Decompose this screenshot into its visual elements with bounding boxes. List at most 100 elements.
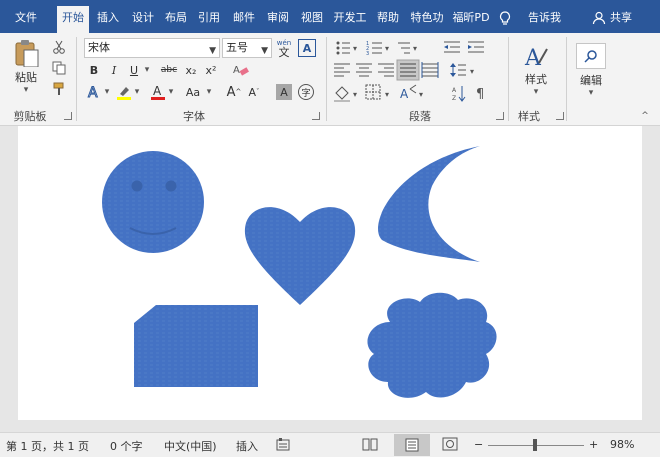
text-effects-button[interactable]: A: [86, 83, 102, 101]
zoom-in-button[interactable]: +: [589, 438, 598, 451]
paragraph-launcher-icon[interactable]: [496, 112, 504, 120]
tab-file[interactable]: 文件: [6, 6, 46, 29]
paste-button[interactable]: 粘贴 ▾: [8, 39, 44, 95]
paste-label: 粘贴: [15, 71, 37, 84]
strikethrough-button[interactable]: abc: [158, 62, 180, 78]
tab-insert[interactable]: 插入: [92, 6, 124, 29]
chinese-layout-icon[interactable]: A: [400, 84, 417, 101]
svg-text:A: A: [88, 85, 98, 100]
borders-icon[interactable]: [365, 84, 381, 100]
tab-special[interactable]: 特色功: [406, 6, 448, 29]
clipboard-launcher-icon[interactable]: [64, 112, 72, 120]
font-name-combo[interactable]: 宋体 ▼: [84, 38, 220, 58]
collapse-ribbon-icon[interactable]: ^: [638, 111, 652, 121]
moon-shape[interactable]: [378, 146, 480, 262]
smiley-shape[interactable]: [102, 151, 204, 253]
web-layout-icon[interactable]: [442, 437, 458, 454]
multilevel-list-icon[interactable]: [398, 42, 410, 54]
chevron-down-icon: ▼: [209, 46, 216, 56]
shrink-font-button[interactable]: Aˇ: [246, 83, 262, 101]
styles-group-label: 样式: [518, 110, 540, 123]
tab-design[interactable]: 设计: [127, 6, 159, 29]
shading-icon[interactable]: [334, 86, 350, 102]
grow-font-button[interactable]: A ^: [226, 83, 242, 101]
highlighter-icon: [117, 87, 131, 100]
read-mode-icon[interactable]: [362, 437, 378, 454]
language-indicator[interactable]: 中文(中国): [164, 438, 217, 454]
phonetic-guide-button[interactable]: wén 文: [274, 36, 294, 60]
format-painter-button[interactable]: [50, 81, 68, 97]
print-layout-icon[interactable]: [394, 434, 430, 456]
align-left-icon[interactable]: [334, 63, 350, 77]
text-effects-dropdown-icon[interactable]: ▾: [102, 83, 112, 101]
underline-button[interactable]: U: [126, 62, 142, 78]
decrease-indent-icon[interactable]: [444, 41, 460, 53]
tell-me-box[interactable]: 告诉我: [498, 6, 561, 29]
document-page[interactable]: [18, 126, 642, 420]
font-size-combo[interactable]: 五号 ▼: [222, 38, 272, 58]
chevron-down-icon: ▼: [261, 46, 268, 56]
bold-button[interactable]: B: [86, 62, 102, 78]
character-shading-button[interactable]: A: [276, 84, 292, 100]
cut-button[interactable]: [50, 39, 68, 55]
zoom-level[interactable]: 98%: [610, 438, 634, 451]
bullets-icon[interactable]: [336, 41, 351, 55]
clear-formatting-button[interactable]: A: [232, 62, 250, 78]
tab-references[interactable]: 引用: [193, 6, 225, 29]
tab-developer[interactable]: 开发工: [330, 6, 370, 29]
align-right-icon[interactable]: [378, 63, 394, 77]
copy-button[interactable]: [50, 60, 68, 76]
tab-foxit-pdf[interactable]: 福昕PD: [450, 6, 492, 29]
italic-button[interactable]: I: [106, 62, 122, 78]
tab-layout[interactable]: 布局: [160, 6, 192, 29]
editing-button[interactable]: 编辑 ▾: [572, 39, 610, 101]
snip-rectangle-shape[interactable]: [134, 305, 258, 387]
highlight-button[interactable]: [116, 83, 132, 101]
editing-icon-box: [576, 42, 606, 69]
shrink-font-label: A: [248, 85, 257, 99]
styles-button[interactable]: A 样式 ▾: [514, 39, 558, 101]
paintbrush-icon: [53, 82, 64, 95]
font-color-dropdown-icon[interactable]: ▾: [166, 83, 176, 101]
show-marks-icon[interactable]: ¶: [476, 87, 484, 102]
cloud-shape[interactable]: [367, 292, 497, 398]
highlight-dropdown-icon[interactable]: ▾: [132, 83, 142, 101]
char-border-button[interactable]: A: [298, 39, 316, 57]
superscript-button[interactable]: x²: [202, 62, 220, 78]
copy-icon: [52, 61, 66, 75]
tab-help[interactable]: 帮助: [372, 6, 404, 29]
font-launcher-icon[interactable]: [312, 112, 320, 120]
font-color-button[interactable]: A: [150, 83, 166, 101]
share-button[interactable]: 共享: [592, 6, 632, 29]
smiley-eye-left: [131, 180, 143, 192]
page-count[interactable]: 第 1 页，共 1 页: [6, 438, 89, 454]
line-spacing-icon[interactable]: [450, 63, 466, 77]
subscript-button[interactable]: x₂: [182, 62, 200, 78]
zoom-out-button[interactable]: −: [474, 438, 483, 451]
tab-home[interactable]: 开始: [57, 6, 89, 33]
word-count[interactable]: 0 个字: [110, 438, 143, 454]
paste-icon: [15, 40, 39, 67]
tab-mailings[interactable]: 邮件: [228, 6, 260, 29]
styles-launcher-icon[interactable]: [556, 112, 564, 120]
numbering-icon[interactable]: 123: [366, 41, 382, 57]
distributed-icon[interactable]: [421, 62, 439, 78]
svg-text:▾: ▾: [419, 90, 423, 99]
tab-view[interactable]: 视图: [296, 6, 328, 29]
change-case-button[interactable]: Aa: [182, 83, 204, 101]
change-case-dropdown-icon[interactable]: ▾: [204, 83, 214, 101]
align-center-icon[interactable]: [356, 63, 372, 77]
svg-text:▾: ▾: [470, 67, 474, 76]
enclose-characters-button[interactable]: 字: [298, 84, 314, 100]
sort-icon[interactable]: AZ: [452, 86, 466, 102]
insert-mode[interactable]: 插入: [236, 438, 258, 454]
heart-shape[interactable]: [244, 207, 356, 305]
zoom-slider-thumb[interactable]: [533, 439, 537, 451]
underline-dropdown-icon[interactable]: ▾: [142, 62, 152, 78]
person-icon: [592, 11, 606, 24]
tab-review[interactable]: 审阅: [262, 6, 294, 29]
svg-text:A: A: [452, 87, 457, 94]
macro-record-icon[interactable]: [276, 437, 290, 454]
increase-indent-icon[interactable]: [468, 41, 484, 53]
tell-me-label: 告诉我: [528, 11, 561, 24]
